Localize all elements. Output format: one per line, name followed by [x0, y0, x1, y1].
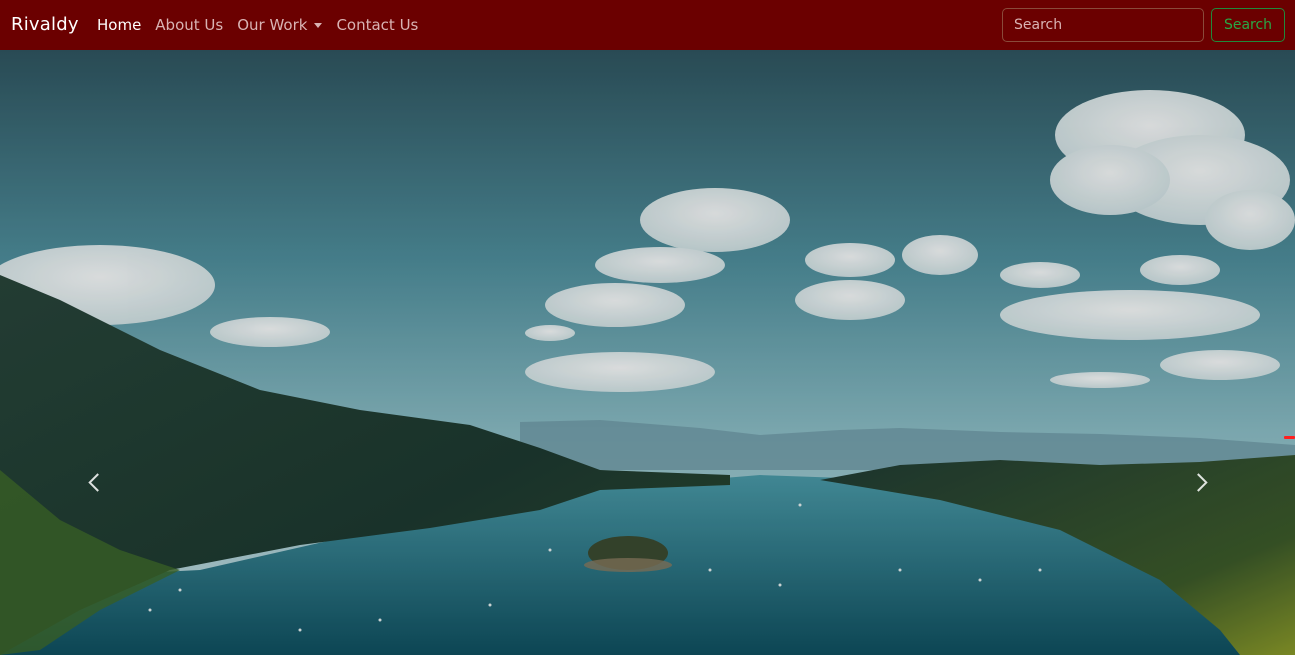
nav-item-our-work[interactable]: Our Work	[237, 15, 323, 35]
nav-item-about-us[interactable]: About Us	[155, 15, 223, 35]
search-input[interactable]	[1002, 8, 1204, 42]
navbar: Rivaldy Home About Us Our Work Contact U…	[0, 0, 1295, 50]
nav-item-contact-us[interactable]: Contact Us	[336, 15, 418, 35]
nav-item-our-work-label: Our Work	[237, 16, 308, 34]
chevron-left-icon	[87, 473, 107, 492]
carousel-prev-button[interactable]	[82, 460, 112, 505]
carousel-indicator[interactable]	[1284, 436, 1295, 439]
hero-carousel	[0, 50, 1295, 655]
search-button[interactable]: Search	[1211, 8, 1285, 42]
nav-menu: Home About Us Our Work Contact Us	[97, 15, 432, 35]
carousel-next-button[interactable]	[1183, 460, 1213, 505]
caret-down-icon	[314, 22, 323, 28]
hero-image	[0, 50, 1295, 655]
chevron-right-icon	[1188, 473, 1208, 492]
nav-item-home[interactable]: Home	[97, 15, 141, 35]
brand-logo[interactable]: Rivaldy	[11, 14, 79, 35]
